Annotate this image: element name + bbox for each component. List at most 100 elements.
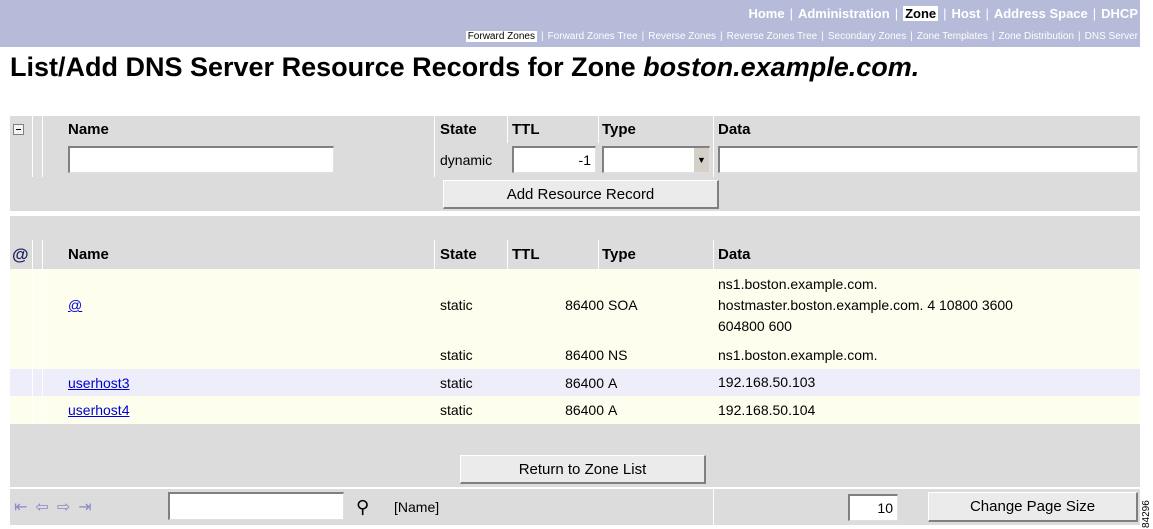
top-nav-bar: Home | Administration | Zone | Host | Address Sp… [0,0,1140,29]
return-to-zone-list-button[interactable]: Return to Zone List [460,455,706,484]
record-type: NS [608,347,628,363]
table-row: userhost4 static 86400 A 192.168.50.104 [10,396,1140,424]
record-data-line: ns1.boston.example.com. [718,275,878,292]
main-nav: Home | Administration | Zone | Host | Address Sp… [748,6,1138,22]
subnav-separator: | [641,31,645,42]
add-button-row: Add Resource Record [10,177,1140,211]
records-header-state[interactable]: State [440,240,477,269]
record-state: static [440,347,473,363]
table-row: static 86400 NS ns1.boston.example.com. [10,341,1140,369]
record-state: static [440,374,473,391]
record-data: 192.168.50.104 [718,396,815,424]
sub-nav: Forward Zones | Forward Zones Tree | Reverse… [465,31,1138,42]
record-type: A [608,374,618,391]
subnav-separator: | [991,31,995,42]
nav-administration[interactable]: Administration [798,6,890,21]
record-ttl: 86400 [565,347,604,363]
spacer-row-2 [10,424,1140,452]
page-title-zone: boston.example.com. [643,52,920,82]
subnav-zone-templates[interactable]: Zone Templates [917,31,988,42]
spacer-row [10,216,1140,240]
record-ttl: 86400 [565,374,604,391]
records-header-ttl[interactable]: TTL [512,240,540,269]
records-header-type[interactable]: Type [602,240,636,269]
state-value: dynamic [440,152,493,168]
record-name-cell: @ [68,269,82,341]
chevron-down-icon[interactable]: ▼ [693,148,709,172]
name-input[interactable] [68,146,334,173]
subnav-reverse-zones-tree[interactable]: Reverse Zones Tree [727,31,818,42]
subnav-zone-distribution[interactable]: Zone Distribution [998,31,1074,42]
add-header-type: Type [602,121,636,138]
pager-row: ⇤ ⇦ ⇨ ⇥ ⚲ [Name] 10 Change Page Size [10,489,1140,525]
previous-page-icon[interactable]: ⇦ [35,497,48,517]
add-header-ttl: TTL [512,121,540,138]
search-input[interactable] [168,492,344,520]
refresh-toggle[interactable]: @ [12,240,29,269]
ttl-input[interactable]: -1 [512,146,596,173]
record-data: 192.168.50.103 [718,369,815,396]
subnav-separator: | [1078,31,1081,42]
record-name-link[interactable]: @ [68,297,82,313]
record-type: SOA [608,297,638,313]
nav-address-space[interactable]: Address Space [994,6,1088,21]
add-form-header-row: Name State TTL Type Data [10,116,1140,143]
records-header-row: @ Name State TTL Type Data [10,240,1140,269]
table-row: @ static 86400 SOA ns1.boston.example.com. ho… [10,269,1140,341]
nav-separator: | [943,6,947,21]
record-data: ns1.boston.example.com. hostmaster.boston… [718,269,1013,341]
nav-host[interactable]: Host [952,6,981,21]
page-title-prefix: List/Add DNS Server Resource Records for… [10,52,636,82]
collapse-icon[interactable] [13,124,24,135]
nav-separator: | [789,6,793,21]
nav-dhcp[interactable]: DHCP [1101,6,1138,21]
record-ttl: 86400 [565,297,604,313]
subnav-secondary-zones[interactable]: Secondary Zones [828,31,906,42]
record-state: static [440,402,473,418]
record-ttl: 86400 [565,402,604,418]
subnav-reverse-zones[interactable]: Reverse Zones [648,31,716,42]
nav-home[interactable]: Home [748,6,784,21]
page-title: List/Add DNS Server Resource Records for… [10,52,919,83]
return-button-row: Return to Zone List [10,452,1140,487]
add-header-state: State [440,121,477,138]
subnav-separator: | [540,31,544,42]
record-data-line: 192.168.50.103 [718,374,816,390]
add-resource-record-button[interactable]: Add Resource Record [443,180,719,209]
subnav-separator: | [821,31,824,42]
record-data: ns1.boston.example.com. [718,341,878,369]
records-header-name[interactable]: Name [68,240,109,269]
record-name-link[interactable]: userhost4 [68,402,129,418]
record-type: A [608,402,618,418]
next-page-icon[interactable]: ⇨ [57,497,70,517]
nav-separator: | [1092,6,1097,21]
add-header-name: Name [68,121,109,138]
collapse-toggle[interactable] [13,116,24,143]
last-page-icon[interactable]: ⇥ [78,497,91,517]
first-page-icon[interactable]: ⇤ [14,497,27,517]
search-field-label: [Name] [394,499,440,515]
change-page-size-button[interactable]: Change Page Size [928,492,1138,522]
record-data-line: 192.168.50.104 [718,401,816,418]
data-input[interactable] [718,146,1138,173]
subnav-separator: | [720,31,723,42]
add-form-input-row: dynamic -1 ▼ [10,143,1140,177]
nav-zone[interactable]: Zone [903,6,939,21]
records-header-data[interactable]: Data [718,240,751,269]
at-sign-icon[interactable]: @ [12,245,29,265]
subnav-separator: | [910,31,913,42]
pager-controls: ⇤ ⇦ ⇨ ⇥ [14,489,100,525]
nav-separator: | [985,6,989,21]
figure-id: 84296 [1141,500,1152,528]
page-size-input[interactable]: 10 [848,494,898,521]
record-name-cell: userhost3 [68,369,129,396]
subnav-dns-server[interactable]: DNS Server [1085,31,1138,42]
record-state: static [440,297,473,313]
subnav-forward-zones[interactable]: Forward Zones [465,31,537,42]
table-row: userhost3 static 86400 A 192.168.50.103 [10,369,1140,396]
subnav-forward-zones-tree[interactable]: Forward Zones Tree [548,31,638,42]
type-select[interactable]: ▼ [602,146,710,173]
record-name-link[interactable]: userhost3 [68,375,129,391]
search-icon[interactable]: ⚲ [356,489,369,525]
record-name-cell: userhost4 [68,396,129,424]
